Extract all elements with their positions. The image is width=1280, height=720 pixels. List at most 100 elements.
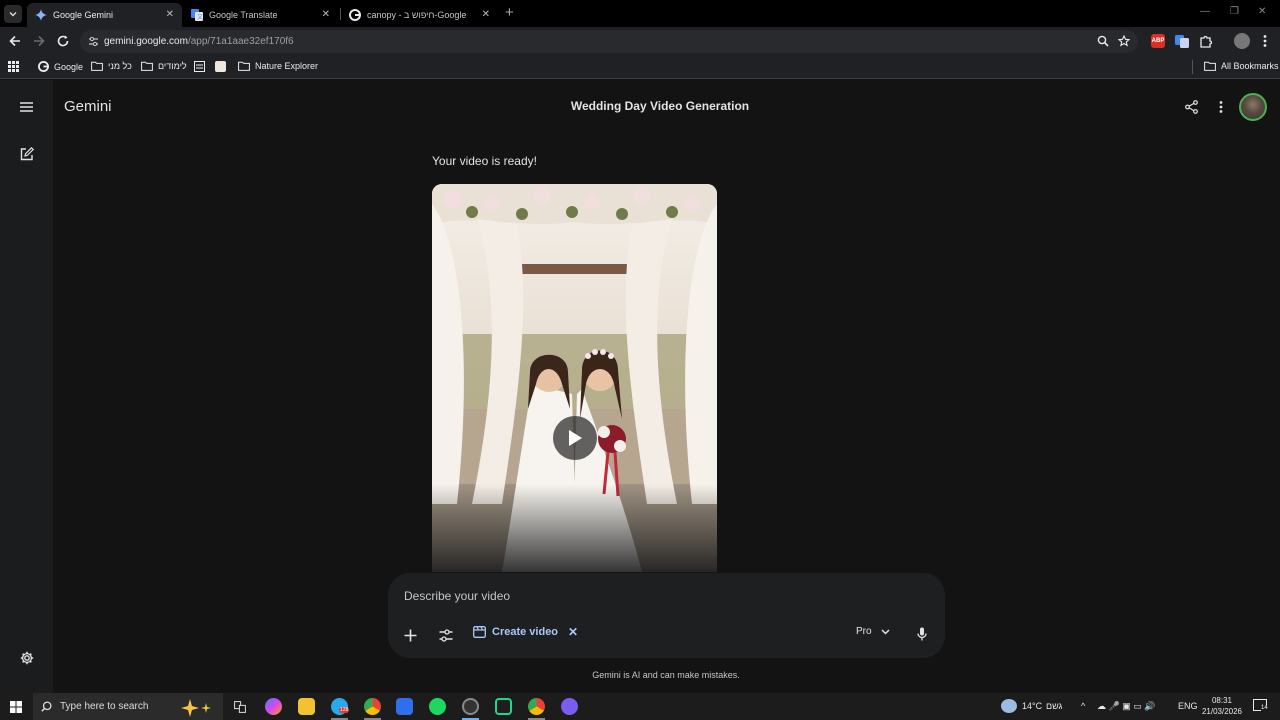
more-options-icon[interactable] <box>1218 100 1224 114</box>
chrome-profile-app-icon[interactable] <box>528 698 545 715</box>
new-chat-icon[interactable] <box>20 147 34 161</box>
notifications-icon[interactable]: 14 <box>1253 699 1268 711</box>
play-button[interactable] <box>553 416 597 460</box>
windows-start-icon[interactable] <box>10 701 22 713</box>
gemini-sparkle-icon <box>35 9 47 21</box>
gemini-logo-text[interactable]: Gemini <box>64 98 112 115</box>
bookmark-label: Nature Explorer <box>255 61 319 71</box>
bookmarks-bar: Google כל מני לימודים Nature Explorer Al… <box>0 56 1280 79</box>
clock-date: 21/03/2026 <box>1201 707 1243 716</box>
bookmark-site-icon <box>194 61 205 72</box>
bookmark-site-icon-2[interactable] <box>215 61 226 72</box>
tab-title: Google Translate <box>209 10 278 20</box>
tray-overflow-chevron-icon[interactable]: ^ <box>1081 701 1085 711</box>
bookmark-folder-1[interactable]: כל מני <box>91 61 132 71</box>
site-info-icon[interactable] <box>88 36 99 47</box>
discord-app-icon[interactable] <box>561 698 578 715</box>
extensions-puzzle-icon[interactable] <box>1199 34 1213 48</box>
browser-toolbar: gemini.google.com/app/71a1aae32ef170f6 A… <box>0 27 1280 56</box>
windows-taskbar: Type here to search 128 14°C גשם ^ ☁ 🎤 ▣… <box>0 693 1280 720</box>
settings-gear-icon[interactable] <box>20 651 34 665</box>
store-app-icon[interactable] <box>396 698 413 715</box>
share-icon[interactable] <box>1185 100 1198 114</box>
pycharm-app-icon[interactable] <box>495 698 512 715</box>
task-view-icon[interactable] <box>234 701 246 713</box>
adblock-extension-icon[interactable]: ABP <box>1151 34 1165 48</box>
close-icon[interactable]: ✕ <box>482 9 490 20</box>
clock-time: 08:31 <box>1211 696 1233 705</box>
folder-icon <box>1204 61 1216 71</box>
window-close-icon[interactable]: ✕ <box>1258 6 1266 17</box>
bookmark-site-icon <box>215 61 226 72</box>
bookmark-star-icon[interactable] <box>1118 35 1130 47</box>
tab-gemini[interactable]: Google Gemini ✕ <box>27 3 182 27</box>
account-avatar[interactable] <box>1239 93 1267 121</box>
translate-extension-icon[interactable] <box>1175 34 1189 48</box>
weather-icon[interactable] <box>1001 699 1017 713</box>
tools-sliders-icon[interactable] <box>439 629 453 642</box>
remove-chip-icon[interactable]: ✕ <box>568 625 578 639</box>
new-tab-button[interactable]: + <box>505 4 514 21</box>
close-icon[interactable]: ✕ <box>166 9 174 20</box>
close-icon[interactable]: ✕ <box>322 9 330 20</box>
gemini-app: Gemini Wedding Day Video Generation Your… <box>0 80 1280 693</box>
main-menu-icon[interactable] <box>20 102 33 112</box>
bookmark-folder-nature-explorer[interactable]: Nature Explorer <box>238 61 318 71</box>
zoom-icon[interactable] <box>1097 35 1109 47</box>
ai-disclaimer: Gemini is AI and can make mistakes. <box>592 670 740 680</box>
back-icon[interactable] <box>8 34 22 48</box>
taskbar-search-placeholder: Type here to search <box>60 701 149 712</box>
browser-tab-strip: Google Gemini ✕ 文 Google Translate ✕ can… <box>0 0 1280 27</box>
tab-google-search[interactable]: canopy - חיפוש ב-Google ✕ <box>341 3 498 27</box>
input-language[interactable]: ENG <box>1178 701 1198 711</box>
search-highlight-icon <box>181 699 211 717</box>
video-clapper-icon <box>473 626 486 638</box>
chevron-down-icon <box>881 628 890 635</box>
video-thumbnail-image <box>432 184 717 572</box>
forward-icon[interactable] <box>32 34 46 48</box>
prompt-composer: Create video ✕ Pro <box>388 573 945 658</box>
weather-temperature[interactable]: 14°C <box>1022 701 1042 711</box>
address-bar[interactable]: gemini.google.com/app/71a1aae32ef170f6 <box>80 30 1138 53</box>
model-selector[interactable]: Pro <box>856 626 890 637</box>
add-attachment-icon[interactable] <box>404 629 417 642</box>
create-video-label: Create video <box>492 626 559 638</box>
all-bookmarks[interactable]: All Bookmarks <box>1204 61 1279 71</box>
bookmark-label: כל מני <box>108 61 132 71</box>
bookmark-site-icon-1[interactable] <box>194 61 205 72</box>
bookmark-google[interactable]: Google <box>38 61 83 72</box>
tab-translate[interactable]: 文 Google Translate ✕ <box>183 3 338 27</box>
browser-menu-icon[interactable] <box>1262 34 1268 48</box>
bookmark-folder-2[interactable]: לימודים <box>141 61 187 71</box>
telegram-app-icon[interactable]: 128 <box>331 698 350 715</box>
chrome-app-icon[interactable] <box>364 698 381 715</box>
reload-icon[interactable] <box>56 34 70 48</box>
chevron-down-icon <box>9 12 17 17</box>
microphone-icon[interactable] <box>917 627 927 641</box>
folder-icon <box>91 61 103 71</box>
profile-avatar-icon[interactable] <box>1234 33 1250 49</box>
tab-search-button[interactable] <box>4 5 22 23</box>
spotify-app-icon[interactable] <box>429 698 446 715</box>
play-icon <box>569 430 582 446</box>
create-video-chip[interactable]: Create video ✕ <box>473 625 578 639</box>
minimize-icon[interactable]: — <box>1200 6 1210 17</box>
url-text: gemini.google.com/app/71a1aae32ef170f6 <box>104 36 294 47</box>
active-app-icon[interactable] <box>462 698 479 715</box>
copilot-app-icon[interactable] <box>265 698 282 715</box>
tab-title: Google Gemini <box>53 10 114 20</box>
restore-icon[interactable]: ❐ <box>1230 6 1239 17</box>
generated-video-player[interactable] <box>432 184 717 572</box>
clock[interactable]: 08:31 21/03/2026 <box>1200 695 1244 717</box>
tray-app-icons[interactable]: ☁ 🎤 ▣ ▭ 🔊 <box>1097 701 1155 712</box>
response-text: Your video is ready! <box>432 154 537 168</box>
telegram-badge: 128 <box>339 707 350 713</box>
file-explorer-icon[interactable] <box>298 698 315 715</box>
taskbar-search-box[interactable]: Type here to search <box>33 693 223 720</box>
bookmark-label: לימודים <box>158 61 187 71</box>
prompt-input[interactable] <box>404 585 824 607</box>
weather-description[interactable]: גשם <box>1046 701 1062 711</box>
search-icon <box>41 701 52 712</box>
bookmark-label: Google <box>54 61 84 72</box>
apps-grid-icon[interactable] <box>8 61 19 72</box>
